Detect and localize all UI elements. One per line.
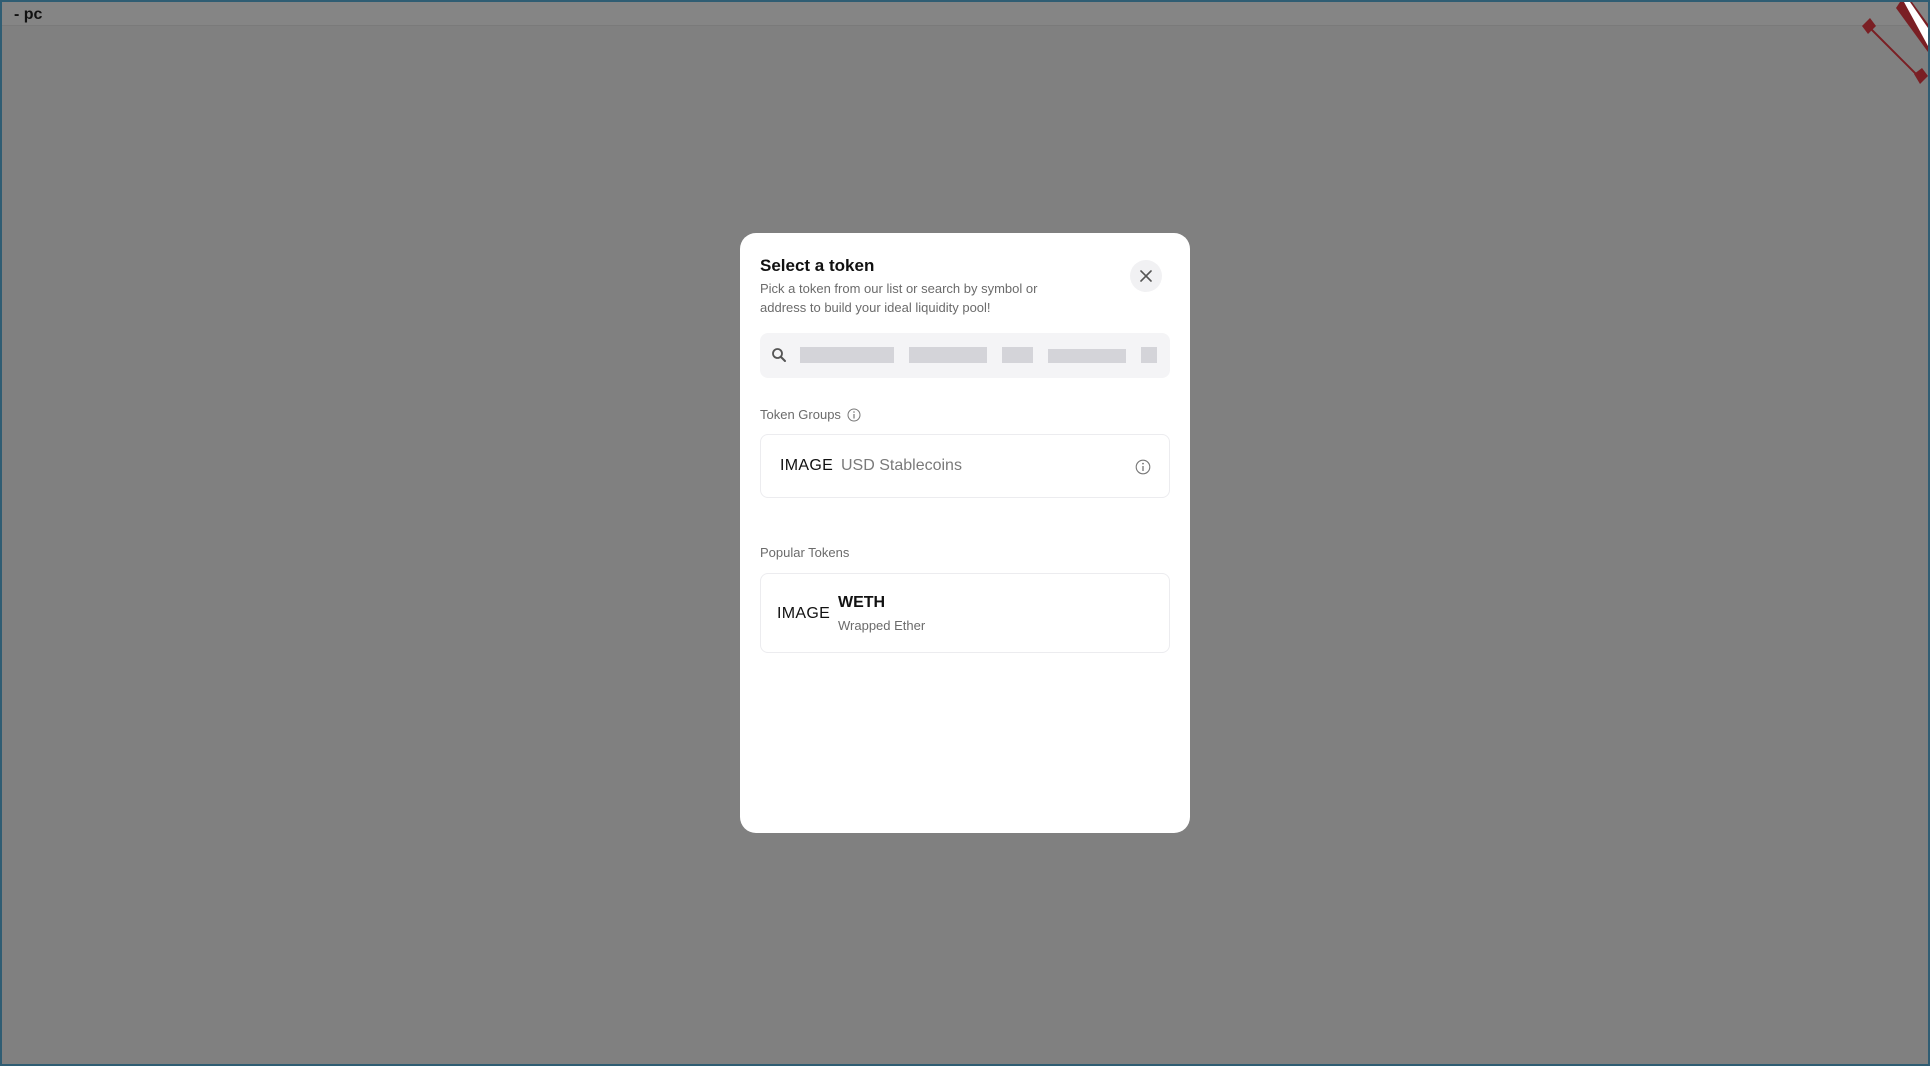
frame-label: - pc (14, 6, 43, 23)
modal-subtitle: Pick a token from our list or search by … (760, 281, 1038, 315)
token-group-name: USD Stablecoins (841, 457, 962, 474)
token-groups-label: Token Groups (760, 407, 861, 422)
placeholder-block (1002, 347, 1033, 363)
placeholder-block (800, 347, 894, 363)
search-box[interactable] (760, 333, 1170, 378)
popular-tokens-label: Popular Tokens (760, 545, 850, 560)
search-icon (772, 348, 786, 362)
close-button[interactable] (1130, 260, 1162, 292)
placeholder-block (909, 347, 987, 363)
info-icon[interactable] (847, 408, 861, 422)
token-group-image: IMAGE (780, 457, 834, 474)
token-name: Wrapped Ether (838, 618, 926, 633)
token-image: IMAGE (777, 605, 831, 622)
placeholder-block (1048, 349, 1126, 363)
corner-ribbon-icon (1862, 2, 1928, 84)
placeholder-block (1141, 347, 1157, 363)
modal-title: Select a token (760, 256, 875, 275)
frame-top-bar: - pc (2, 2, 1928, 26)
select-token-modal: Select a token Pick a token from our lis… (740, 233, 1190, 833)
info-icon[interactable] (1135, 459, 1151, 475)
close-icon (1140, 270, 1152, 282)
token-item[interactable]: IMAGE WETH Wrapped Ether (760, 573, 1170, 653)
token-symbol: WETH (838, 594, 886, 611)
token-group-item[interactable]: IMAGE USD Stablecoins (760, 434, 1170, 498)
